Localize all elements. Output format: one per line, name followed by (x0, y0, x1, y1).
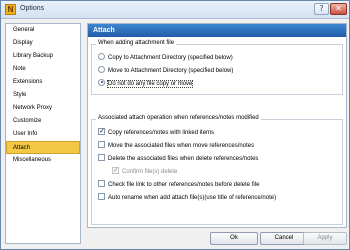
options-window: N Options ? ✕ General Display Library Ba… (0, 0, 350, 250)
options-category-list: General Display Library Backup Note Exte… (5, 23, 81, 244)
window-title: Options (20, 5, 45, 12)
option-label: Check file link to other references/note… (108, 182, 260, 188)
panel-title: Attach (88, 24, 346, 37)
option-label: Auto rename when add attach file(s)(use … (108, 195, 277, 201)
nav-item-customize[interactable]: Customize (6, 115, 80, 128)
nav-item-attach[interactable]: Attach (6, 141, 80, 154)
cancel-button[interactable]: Cancel (260, 232, 308, 245)
group-legend: When adding attachment file (96, 40, 177, 46)
help-button[interactable]: ? (314, 3, 329, 15)
option-label: Move the associated files when move refe… (108, 143, 255, 149)
checkbox[interactable] (98, 127, 105, 136)
title-bar[interactable]: N Options ? ✕ (1, 1, 349, 19)
nav-item-note[interactable]: Note (6, 63, 80, 76)
nav-item-library-backup[interactable]: Library Backup (6, 50, 80, 63)
copy-to-attachment-dir-option[interactable]: Copy to Attachment Directory (specified … (98, 52, 233, 63)
auto-rename-option[interactable]: Auto rename when add attach file(s)(use … (98, 192, 277, 203)
option-label: Copy to Attachment Directory (specified … (108, 55, 233, 61)
close-button[interactable]: ✕ (330, 3, 347, 15)
apply-button[interactable]: Apply (303, 232, 347, 245)
radio-button[interactable] (98, 78, 105, 86)
check-file-link-option[interactable]: Check file link to other references/note… (98, 179, 260, 190)
option-label: Move to Attachment Directory (specified … (108, 68, 234, 74)
ok-button[interactable]: Ok (210, 232, 258, 245)
checkbox[interactable] (98, 153, 105, 161)
no-copy-or-move-option[interactable]: Do not do any file copy or move (98, 78, 194, 89)
checkbox[interactable] (98, 192, 105, 200)
radio-button[interactable] (98, 65, 105, 73)
checkbox[interactable] (98, 179, 105, 187)
nav-item-miscellaneous[interactable]: Miscellaneous (6, 154, 80, 167)
nav-item-network-proxy[interactable]: Network Proxy (6, 102, 80, 115)
checkbox[interactable] (112, 166, 119, 175)
option-label: Copy references/notes with linked items (108, 130, 215, 136)
associated-attach-operation-group: Associated attach operation when referen… (91, 115, 343, 225)
radio-button[interactable] (98, 52, 105, 60)
copy-with-linked-items-option[interactable]: Copy references/notes with linked items (98, 127, 215, 138)
group-legend: Associated attach operation when referen… (96, 115, 261, 121)
checkbox[interactable] (98, 140, 105, 148)
when-adding-attachment-group: When adding attachment file Copy to Atta… (91, 40, 343, 95)
move-associated-files-option[interactable]: Move the associated files when move refe… (98, 140, 255, 151)
attach-settings-panel: Attach When adding attachment file Copy … (87, 23, 347, 228)
app-icon: N (5, 4, 16, 15)
option-label: Confirm file(s) delete (122, 169, 178, 175)
nav-item-style[interactable]: Style (6, 89, 80, 102)
move-to-attachment-dir-option[interactable]: Move to Attachment Directory (specified … (98, 65, 234, 76)
option-label: Delete the associated files when delete … (108, 156, 259, 162)
delete-associated-files-option[interactable]: Delete the associated files when delete … (98, 153, 259, 164)
nav-item-display[interactable]: Display (6, 37, 80, 50)
nav-item-user-info[interactable]: User Info (6, 128, 80, 141)
nav-item-extensions[interactable]: Extensions (6, 76, 80, 89)
option-label: Do not do any file copy or move (106, 80, 194, 88)
confirm-file-delete-option[interactable]: Confirm file(s) delete (112, 166, 178, 177)
nav-item-general[interactable]: General (6, 24, 80, 37)
